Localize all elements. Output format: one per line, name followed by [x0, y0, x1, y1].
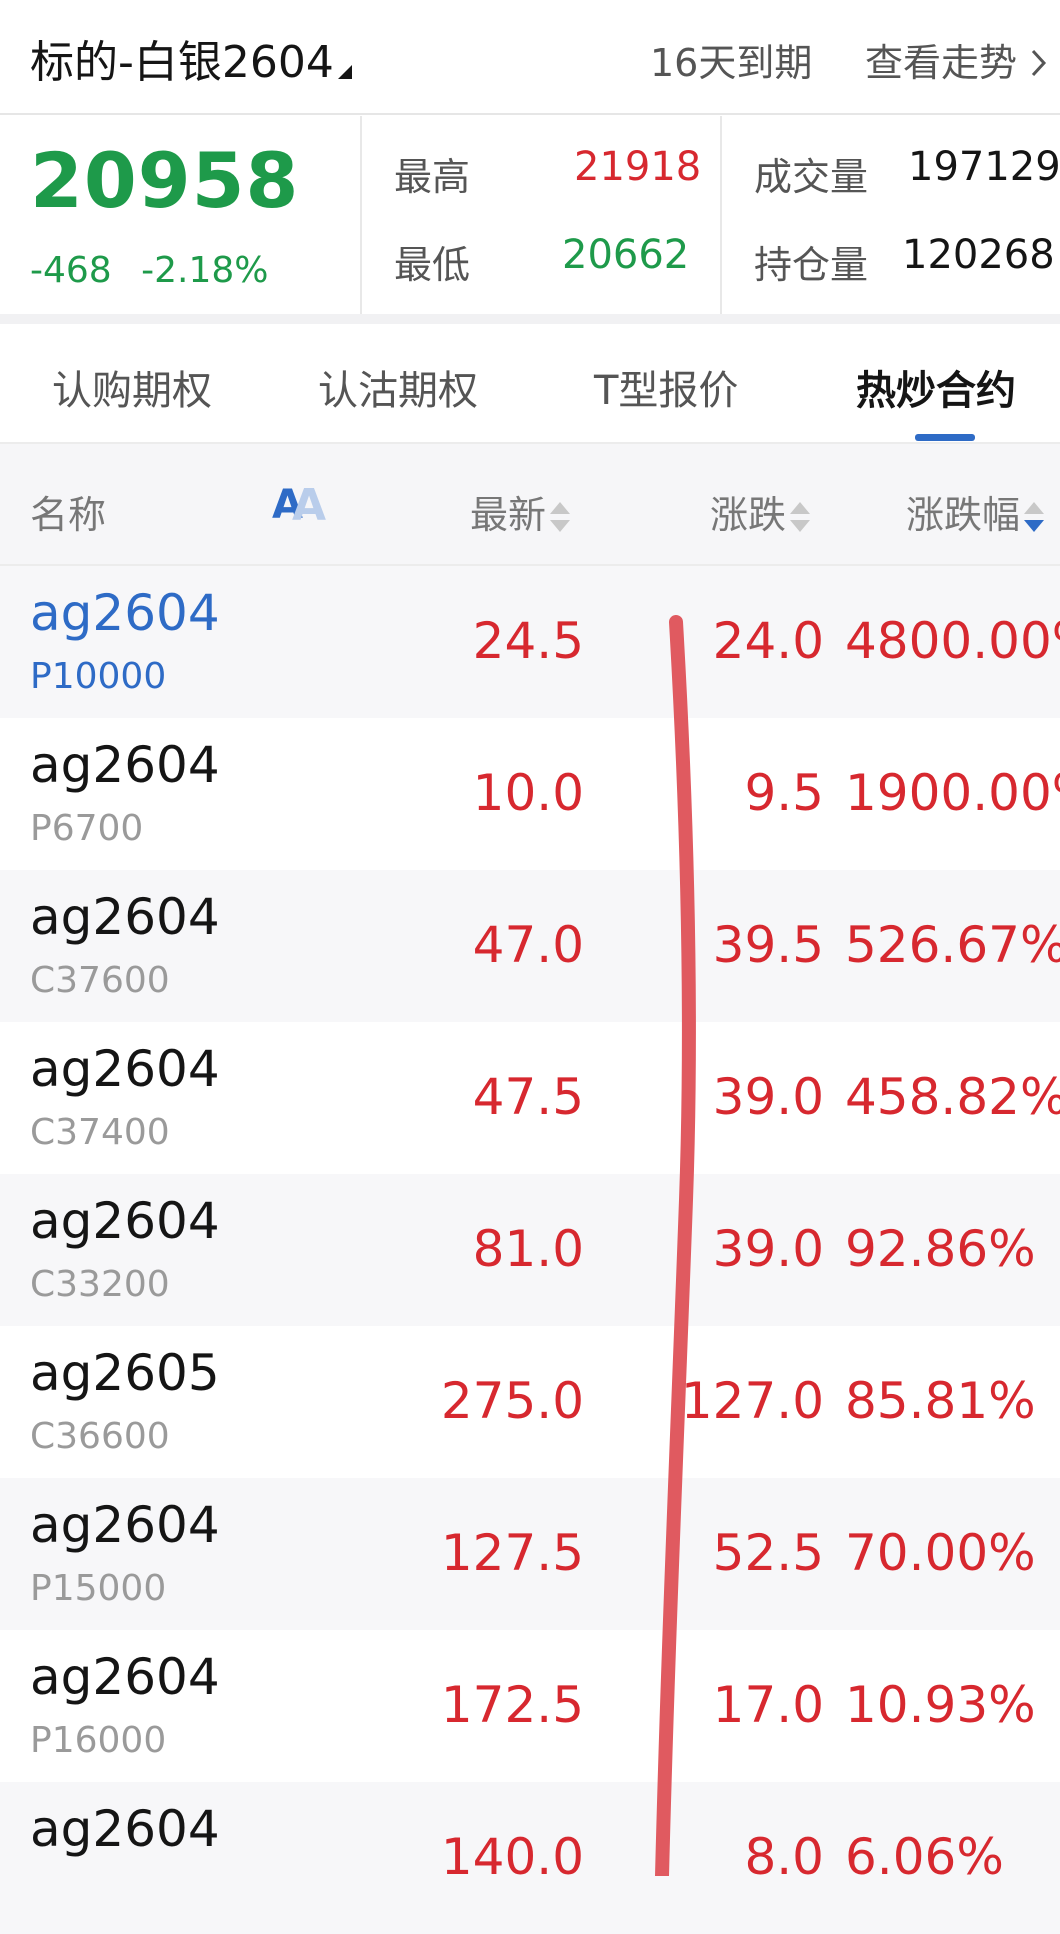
contract-name: ag2604: [30, 1040, 220, 1098]
contract-strike: P16000: [30, 1720, 167, 1761]
change-cell: 39.0: [712, 1220, 824, 1278]
section-divider: [0, 314, 1060, 324]
last-price-cell: 10.0: [472, 764, 584, 822]
sort-arrows-icon: [1024, 498, 1045, 538]
contract-strike: C37400: [30, 1112, 170, 1153]
change-cell: 17.0: [712, 1676, 824, 1734]
change-percent: -2.18%: [141, 250, 269, 291]
change-cell: 24.0: [712, 612, 824, 670]
table-row[interactable]: ag2604 140.0 8.0 6.06%: [0, 1782, 1060, 1934]
column-header-last-label: 最新: [470, 493, 547, 537]
contract-strike: C33200: [30, 1264, 170, 1305]
contract-name: ag2604: [30, 584, 220, 642]
table-row[interactable]: ag2604 C37400 47.5 39.0 458.82%: [0, 1022, 1060, 1174]
change-pct-cell: 526.67%: [845, 916, 1060, 974]
contract-strike: P15000: [30, 1568, 167, 1609]
underlying-selector[interactable]: 标的-白银2604: [30, 26, 352, 90]
active-tab-indicator: [915, 434, 975, 441]
table-row[interactable]: ag2604 P6700 10.0 9.5 1900.00%: [0, 718, 1060, 870]
change-pct-cell: 70.00%: [845, 1524, 1036, 1582]
view-trend-label: 查看走势: [865, 41, 1018, 85]
last-price-cell: 127.5: [440, 1524, 584, 1582]
contract-name: ag2604: [30, 888, 220, 946]
contract-name: ag2604: [30, 1192, 220, 1250]
column-header-last[interactable]: 最新: [470, 484, 571, 539]
contract-name: ag2604: [30, 736, 220, 794]
column-header-change-pct[interactable]: 涨跌幅: [906, 484, 1045, 539]
contract-name: ag2604: [30, 1496, 220, 1554]
contract-list: ag2604 P10000 24.5 24.0 4800.00% ag2604 …: [0, 566, 1060, 1934]
contract-name: ag2605: [30, 1344, 220, 1402]
column-header-change[interactable]: 涨跌: [710, 484, 811, 539]
tab-t-quote[interactable]: T型报价: [594, 358, 738, 416]
table-header: 名称 AA 最新 涨跌 涨跌幅: [0, 444, 1060, 566]
table-row[interactable]: ag2604 P16000 172.5 17.0 10.93%: [0, 1630, 1060, 1782]
table-row[interactable]: ag2604 C33200 81.0 39.0 92.86%: [0, 1174, 1060, 1326]
option-tabs: 认购期权 认沽期权 T型报价 热炒合约: [0, 324, 1060, 444]
contract-strike: P6700: [30, 808, 144, 849]
change-cell: 52.5: [712, 1524, 824, 1582]
change-pct-cell: 10.93%: [845, 1676, 1036, 1734]
price-change: -468 -2.18%: [30, 250, 269, 291]
column-header-change-label: 涨跌: [710, 493, 787, 537]
table-row[interactable]: ag2605 C36600 275.0 127.0 85.81%: [0, 1326, 1060, 1478]
tab-call-options[interactable]: 认购期权: [52, 358, 212, 416]
column-header-change-pct-label: 涨跌幅: [906, 493, 1021, 537]
triangle-corner-icon: [337, 65, 352, 79]
open-interest-value: 120268: [902, 232, 1055, 278]
contract-strike: C37600: [30, 960, 170, 1001]
last-price: 20958: [30, 136, 300, 225]
contract-strike: C36600: [30, 1416, 170, 1457]
change-pct-cell: 6.06%: [845, 1828, 1004, 1886]
last-price-cell: 47.0: [472, 916, 584, 974]
low-value: 20662: [562, 232, 690, 278]
font-size-toggle-icon[interactable]: AA: [272, 478, 332, 531]
open-interest-label: 持仓量: [754, 243, 869, 287]
contract-name: ag2604: [30, 1800, 220, 1858]
last-price-cell: 275.0: [440, 1372, 584, 1430]
contract-name: ag2604: [30, 1648, 220, 1706]
quote-panel: 20958 -468 -2.18% 最高 21918 最低 20662 成交量 …: [0, 116, 1060, 314]
change-pct-cell: 4800.00%: [845, 612, 1060, 670]
change-cell: 127.0: [680, 1372, 824, 1430]
change-pct-cell: 92.86%: [845, 1220, 1036, 1278]
tab-hot-contracts[interactable]: 热炒合约: [856, 358, 1016, 416]
header-bar: 标的-白银2604 16天到期 查看走势: [0, 0, 1060, 115]
table-row[interactable]: ag2604 P10000 24.5 24.0 4800.00%: [0, 566, 1060, 718]
chevron-right-icon: [1032, 49, 1047, 77]
table-row[interactable]: ag2604 C37600 47.0 39.5 526.67%: [0, 870, 1060, 1022]
volume-label: 成交量: [754, 155, 869, 199]
volume-value: 197129: [908, 144, 1060, 190]
low-label: 最低: [394, 243, 471, 287]
change-cell: 39.0: [712, 1068, 824, 1126]
expiry-label: 16天到期: [650, 41, 813, 85]
page-title: 标的-白银2604: [30, 37, 334, 88]
tab-put-options[interactable]: 认沽期权: [318, 358, 478, 416]
change-cell: 8.0: [744, 1828, 824, 1886]
last-price-cell: 172.5: [440, 1676, 584, 1734]
contract-strike: P10000: [30, 656, 167, 697]
sort-arrows-icon: [550, 498, 571, 538]
change-pct-cell: 458.82%: [845, 1068, 1060, 1126]
change-pct-cell: 1900.00%: [845, 764, 1060, 822]
high-label: 最高: [394, 155, 471, 199]
divider: [360, 116, 362, 314]
change-cell: 9.5: [744, 764, 824, 822]
change-value: -468: [30, 250, 112, 291]
change-cell: 39.5: [712, 916, 824, 974]
last-price-cell: 24.5: [472, 612, 584, 670]
change-pct-cell: 85.81%: [845, 1372, 1036, 1430]
sort-arrows-icon: [790, 498, 811, 538]
column-header-name: 名称: [30, 493, 107, 537]
last-price-cell: 81.0: [472, 1220, 584, 1278]
divider: [720, 116, 722, 314]
high-value: 21918: [574, 144, 702, 190]
last-price-cell: 47.5: [472, 1068, 584, 1126]
view-trend-link[interactable]: 查看走势: [865, 32, 1049, 87]
table-row[interactable]: ag2604 P15000 127.5 52.5 70.00%: [0, 1478, 1060, 1630]
last-price-cell: 140.0: [440, 1828, 584, 1886]
